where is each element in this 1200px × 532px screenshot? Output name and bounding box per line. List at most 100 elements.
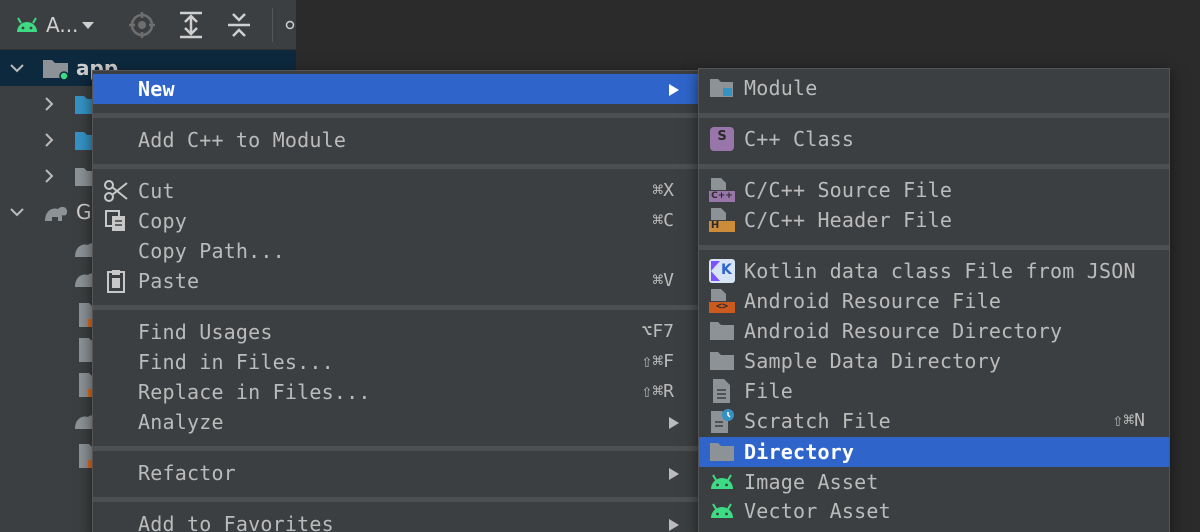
menu-item-label: Find Usages — [138, 320, 273, 344]
menu-item-label: C/C++ Header File — [744, 208, 953, 232]
menu-item-cut[interactable]: Cut ⌘X — [93, 176, 698, 206]
submenu-item-cpp-header-file[interactable]: H C/C++ Header File — [699, 205, 1169, 235]
locate-file-button[interactable] — [128, 10, 156, 40]
file-icon — [713, 379, 730, 403]
clipboard-icon — [107, 270, 125, 293]
shortcut-label: ⇧⌘R — [641, 381, 674, 402]
menu-item-label: File — [744, 379, 793, 403]
chevron-right-icon[interactable] — [40, 167, 58, 185]
shortcut-label: ⇧⌘F — [641, 351, 674, 372]
shortcut-label: ⌘C — [652, 210, 674, 231]
menu-item-label: Paste — [138, 269, 200, 293]
new-submenu: Module S C++ Class C++ C/C++ Source File… — [698, 68, 1170, 532]
menu-separator — [699, 164, 1169, 169]
chevron-down-icon[interactable] — [8, 59, 26, 77]
kotlin-json-badge: K — [721, 262, 732, 278]
settings-button[interactable] — [284, 10, 296, 40]
submenu-item-kotlin-json[interactable]: K Kotlin data class File from JSON — [699, 256, 1169, 286]
expand-all-icon — [180, 11, 202, 39]
submenu-item-cpp-source-file[interactable]: C++ C/C++ Source File — [699, 175, 1169, 205]
menu-item-find-usages[interactable]: Find Usages ⌥F7 — [93, 317, 698, 347]
menu-item-analyze[interactable]: Analyze — [93, 407, 698, 437]
menu-separator — [93, 164, 698, 169]
crosshair-icon — [129, 12, 155, 38]
menu-item-label: Image Asset — [744, 470, 879, 494]
menu-item-label: Kotlin data class File from JSON — [744, 259, 1136, 283]
module-folder-icon — [43, 60, 69, 81]
submenu-item-image-asset[interactable]: Image Asset — [699, 467, 1169, 497]
submenu-item-module[interactable]: Module — [699, 73, 1169, 103]
android-icon — [17, 17, 37, 32]
menu-separator — [93, 446, 698, 451]
submenu-arrow-icon — [669, 519, 679, 531]
menu-item-refactor[interactable]: Refactor — [93, 458, 698, 488]
shortcut-label: ⌥F7 — [641, 321, 674, 342]
menu-item-label: Add to Favorites — [138, 512, 334, 532]
chevron-down-icon[interactable] — [8, 203, 26, 221]
menu-item-label: Scratch File — [744, 409, 891, 433]
folder-icon — [710, 352, 734, 370]
shortcut-label: ⌘V — [652, 270, 674, 291]
cpp-class-badge: S — [717, 129, 727, 144]
menu-item-add-to-favorites[interactable]: Add to Favorites — [93, 509, 698, 532]
submenu-item-cpp-class[interactable]: S C++ Class — [699, 124, 1169, 154]
project-view-label: A... — [46, 13, 79, 37]
submenu-item-sample-data-directory[interactable]: Sample Data Directory — [699, 346, 1169, 376]
project-view-selector[interactable]: A... — [14, 10, 96, 40]
menu-separator — [699, 113, 1169, 118]
menu-item-label: Sample Data Directory — [744, 349, 1002, 373]
shortcut-label: ⇧⌘N — [1112, 410, 1145, 431]
expand-all-button[interactable] — [178, 10, 204, 40]
module-icon — [710, 79, 733, 97]
menu-item-label: New — [138, 77, 175, 101]
menu-separator — [699, 245, 1169, 250]
copy-icon — [105, 210, 125, 231]
android-icon — [711, 474, 733, 489]
menu-separator — [93, 113, 698, 118]
android-icon — [711, 503, 733, 518]
cpp-source-badge: C++ — [711, 191, 733, 201]
folder-icon — [710, 443, 734, 461]
menu-item-replace-in-files[interactable]: Replace in Files... ⇧⌘R — [93, 377, 698, 407]
menu-item-new[interactable]: New — [93, 74, 698, 104]
submenu-item-directory[interactable]: Directory — [699, 437, 1169, 467]
chevron-right-icon[interactable] — [40, 95, 58, 113]
submenu-item-android-resource-file[interactable]: <> Android Resource File — [699, 286, 1169, 316]
chevron-right-icon[interactable] — [40, 131, 58, 149]
folder-icon — [710, 322, 734, 340]
toolbar-separator — [272, 8, 273, 42]
menu-item-label: C++ Class — [744, 127, 855, 151]
menu-item-label: Vector Asset — [744, 499, 891, 523]
submenu-arrow-icon — [669, 468, 679, 480]
menu-item-label: Refactor — [138, 461, 236, 485]
menu-item-label: Android Resource File — [744, 289, 1002, 313]
menu-item-label: Add C++ to Module — [138, 128, 347, 152]
menu-item-label: Cut — [138, 179, 175, 203]
project-toolbar: A... — [0, 0, 296, 50]
submenu-item-android-resource-directory[interactable]: Android Resource Directory — [699, 316, 1169, 346]
menu-item-copy[interactable]: Copy ⌘C — [93, 206, 698, 236]
menu-item-label: Android Resource Directory — [744, 319, 1063, 343]
menu-separator — [93, 497, 698, 502]
collapse-all-button[interactable] — [226, 10, 252, 40]
menu-item-label: Copy — [138, 209, 187, 233]
submenu-item-file[interactable]: File — [699, 376, 1169, 406]
menu-item-find-in-files[interactable]: Find in Files... ⇧⌘F — [93, 347, 698, 377]
submenu-item-scratch-file[interactable]: Scratch File ⇧⌘N — [699, 406, 1169, 436]
shortcut-label: ⌘X — [652, 180, 674, 201]
gear-icon — [285, 20, 295, 30]
scratch-file-icon — [711, 409, 734, 433]
menu-item-label: Analyze — [138, 410, 224, 434]
scissors-icon — [104, 180, 128, 202]
menu-item-label: Copy Path... — [138, 239, 285, 263]
submenu-arrow-icon — [669, 417, 679, 429]
menu-item-label: Replace in Files... — [138, 380, 371, 404]
submenu-item-vector-asset[interactable]: Vector Asset — [699, 496, 1169, 526]
menu-item-add-cpp-to-module[interactable]: Add C++ to Module — [93, 125, 698, 155]
menu-item-label: Find in Files... — [138, 350, 334, 374]
collapse-all-icon — [228, 13, 250, 37]
menu-item-copy-path[interactable]: Copy Path... — [93, 236, 698, 266]
menu-item-label: Directory — [744, 440, 855, 464]
menu-item-paste[interactable]: Paste ⌘V — [93, 266, 698, 296]
cpp-header-badge: H — [710, 220, 720, 231]
